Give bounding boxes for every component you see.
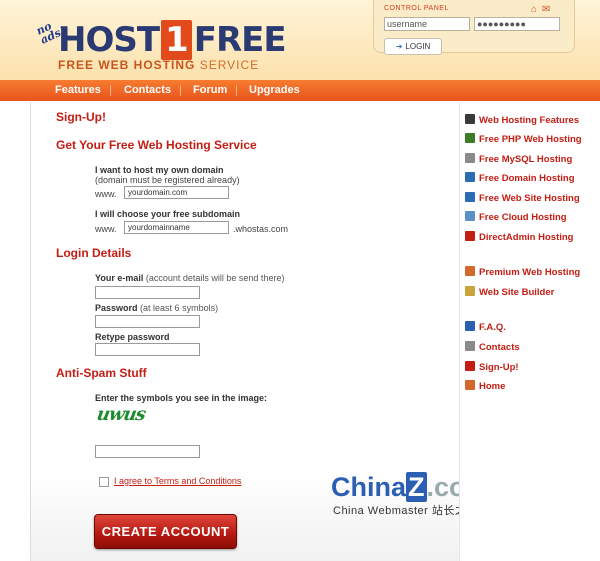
sidebar-item-label: Free MySQL Hosting [479, 154, 573, 165]
sidebar-item-label: Free Cloud Hosting [479, 212, 567, 223]
password-field[interactable] [95, 315, 200, 328]
tagline-main: FREE WEB HOSTING [58, 58, 196, 72]
nav-separator [236, 85, 237, 96]
terms-link[interactable]: I agree to Terms and Conditions [114, 476, 241, 486]
sidebar-item-label: Free PHP Web Hosting [479, 134, 582, 145]
sidebar-item-directadmin-hosting[interactable]: DirectAdmin Hosting [465, 231, 573, 245]
section-get-hosting: Get Your Free Web Hosting Service [56, 138, 257, 152]
sidebar-item-label: Sign-Up! [479, 362, 519, 373]
captcha-image: uwus [95, 404, 147, 425]
premium-icon [465, 266, 475, 276]
section-login-details: Login Details [56, 246, 132, 260]
watermark-subtitle: China Webmaster 站长之家 [333, 505, 478, 517]
sidebar-item-free-web-site-hosting[interactable]: Free Web Site Hosting [465, 192, 580, 206]
nav-features[interactable]: Features [55, 84, 101, 96]
control-panel-title: CONTROL PANEL [384, 5, 449, 12]
main-nav: Features Contacts Forum Upgrades [0, 80, 600, 101]
control-panel: CONTROL PANEL ⌂✉ ➜LOGIN [373, 0, 575, 55]
section-anti-spam: Anti-Spam Stuff [56, 366, 147, 380]
own-domain-input[interactable] [124, 186, 229, 199]
sidebar-item-free-domain-hosting[interactable]: Free Domain Hosting [465, 172, 575, 186]
cloud-icon [465, 211, 475, 221]
sidebar-divider [459, 102, 460, 561]
retype-password-field[interactable] [95, 343, 200, 356]
home-icon [465, 380, 475, 390]
website-icon [465, 192, 475, 202]
www-label: www. [95, 224, 117, 234]
subdomain-input[interactable] [124, 221, 229, 234]
sidebar-item-label: Contacts [479, 342, 520, 353]
logo-host: HOST [58, 20, 160, 60]
sidebar-item-sign-up[interactable]: Sign-Up! [465, 361, 519, 375]
subdomain-label: I will choose your free subdomain [95, 209, 241, 219]
sidebar-item-label: DirectAdmin Hosting [479, 232, 574, 243]
login-arrow-icon: ➜ [395, 42, 403, 51]
password-input[interactable] [474, 17, 560, 31]
login-label: LOGIN [405, 42, 431, 51]
sidebar-item-label: Free Domain Hosting [479, 173, 575, 184]
database-icon [465, 153, 475, 163]
sidebar-item-label: F.A.Q. [479, 322, 506, 333]
username-input[interactable] [384, 17, 470, 31]
create-account-button[interactable]: CREATE ACCOUNT [94, 514, 237, 549]
sidebar-item-premium-web-hosting[interactable]: Premium Web Hosting [465, 266, 580, 280]
sidebar-item-contacts[interactable]: Contacts [465, 341, 520, 355]
watermark-z: Z [406, 472, 427, 502]
email-label: Your e-mail (account details will be sen… [95, 273, 284, 283]
sidebar-item-free-php-web-hosting[interactable]: Free PHP Web Hosting [465, 133, 582, 147]
signup-title: Sign-Up! [56, 110, 106, 124]
sidebar-item-label: Premium Web Hosting [479, 267, 581, 278]
tagline-service: SERVICE [199, 58, 260, 72]
captcha-input[interactable] [95, 445, 200, 458]
contacts-mail-icon [465, 341, 475, 351]
own-domain-label: I want to host my own domain [95, 165, 224, 175]
email-label-text: Your e-mail [95, 273, 144, 283]
faq-book-icon [465, 321, 475, 331]
signup-form: Sign-Up! Get Your Free Web Hosting Servi… [30, 102, 490, 561]
www-label: www. [95, 189, 117, 199]
sidebar-item-label: Web Site Builder [479, 287, 555, 298]
own-domain-note: (domain must be registered already) [95, 175, 240, 185]
password-label: Password (at least 6 symbols) [95, 303, 218, 313]
nav-forum[interactable]: Forum [193, 84, 227, 96]
captcha-prompt: Enter the symbols you see in the image: [95, 393, 268, 403]
directadmin-icon [465, 231, 475, 241]
sidebar-item-free-mysql-hosting[interactable]: Free MySQL Hosting [465, 153, 572, 167]
logo-free: FREE [193, 20, 287, 60]
login-button[interactable]: ➜ LOGIN [384, 38, 442, 55]
password-note: (at least 6 symbols) [140, 303, 219, 313]
globe-icon [465, 172, 475, 182]
email-field[interactable] [95, 286, 200, 299]
retype-password-label: Retype password [95, 332, 170, 342]
sidebar-item-home[interactable]: Home [465, 380, 505, 394]
sidebar-item-label: Home [479, 381, 506, 392]
control-panel-icons: ⌂ ✉ [531, 4, 555, 15]
nav-contacts[interactable]: Contacts [124, 84, 171, 96]
email-note: (account details will be send there) [145, 273, 285, 283]
home-icon[interactable]: ⌂ [531, 4, 537, 15]
nav-upgrades[interactable]: Upgrades [249, 84, 300, 96]
sidebar-item-free-cloud-hosting[interactable]: Free Cloud Hosting [465, 211, 567, 225]
subdomain-suffix: .whostas.com [233, 224, 289, 234]
php-icon [465, 133, 475, 143]
password-label-text: Password [95, 303, 138, 313]
header: no ads! HOST 1 FREE FREE WEB HOSTING SERVI… [0, 0, 600, 81]
sidebar-item-web-site-builder[interactable]: Web Site Builder [465, 286, 554, 300]
monitor-icon [465, 114, 475, 124]
sidebar-item-f-a-q[interactable]: F.A.Q. [465, 321, 506, 335]
terms-checkbox[interactable] [99, 477, 109, 487]
sidebar-item-label: Web Hosting Features [479, 115, 580, 126]
tagline: FREE WEB HOSTING SERVICE [58, 58, 259, 72]
sidebar-item-web-hosting-features[interactable]: Web Hosting Features [465, 114, 579, 128]
nav-separator [110, 85, 111, 96]
mail-icon[interactable]: ✉ [542, 4, 550, 15]
watermark-china: China [331, 472, 407, 502]
builder-icon [465, 286, 475, 296]
logo-one: 1 [161, 20, 192, 60]
sidebar: Web Hosting Features Free PHP Web Hosting… [459, 102, 600, 561]
sidebar-item-label: Free Web Site Hosting [479, 193, 580, 204]
signup-gem-icon [465, 361, 475, 371]
site-logo[interactable]: HOST 1 FREE [58, 20, 287, 60]
nav-separator [180, 85, 181, 96]
